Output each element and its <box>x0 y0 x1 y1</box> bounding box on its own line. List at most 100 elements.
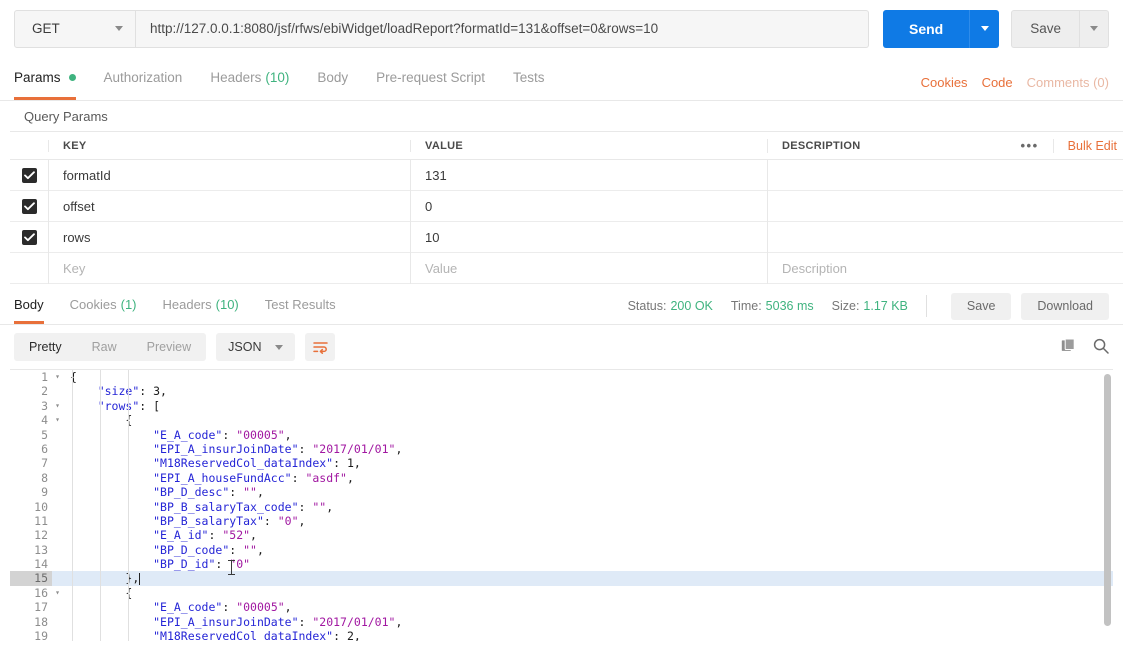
send-button-group: Send <box>882 9 1000 48</box>
code-line[interactable]: 19 "M18ReservedCol_dataIndex": 2, <box>10 629 1113 641</box>
code-text: "E_A_id": "52", <box>153 528 257 543</box>
table-row[interactable]: rows 10 <box>10 221 1123 253</box>
row-checkbox[interactable] <box>21 198 37 214</box>
query-params-title: Query Params <box>24 108 108 124</box>
view-pretty[interactable]: Pretty <box>14 333 77 361</box>
search-button[interactable] <box>1093 338 1109 357</box>
tab-params[interactable]: Params <box>14 57 76 100</box>
time-label: Time: <box>730 299 762 313</box>
code-text: { <box>63 413 132 427</box>
save-response-button[interactable]: Save <box>950 292 1012 320</box>
fold-toggle-icon[interactable]: ▾ <box>52 586 63 600</box>
code-line[interactable]: 11 "BP_B_salaryTax": "0", <box>10 514 1113 528</box>
tab-pre-request-script-label: Pre-request Script <box>376 69 485 85</box>
code-line[interactable]: 2 "size": 3, <box>10 384 1113 398</box>
row-key[interactable]: offset <box>48 190 410 222</box>
code-line[interactable]: 16 ▾ { <box>10 586 1113 600</box>
line-number: 11 <box>34 513 48 528</box>
new-param-row[interactable]: Key Value Description <box>10 252 1123 284</box>
json-vertical-scrollbar[interactable] <box>1104 374 1111 626</box>
code-line[interactable]: 15 }, <box>10 571 1113 586</box>
code-line[interactable]: 10 "BP_B_salaryTax_code": "", <box>10 500 1113 514</box>
line-number: 3 <box>41 398 48 413</box>
row-key[interactable]: rows <box>48 221 410 253</box>
tab-body[interactable]: Body <box>317 57 348 100</box>
line-number: 4 <box>41 413 48 428</box>
status-label: Status: <box>627 299 667 313</box>
tab-pre-request-script[interactable]: Pre-request Script <box>376 57 485 100</box>
code-line[interactable]: 3 ▾ "rows": [ <box>10 399 1113 413</box>
response-tab-body[interactable]: Body <box>14 288 44 324</box>
save-request-button[interactable]: Save <box>1011 9 1079 48</box>
view-raw[interactable]: Raw <box>77 333 132 361</box>
wrap-lines-button[interactable] <box>305 333 336 361</box>
body-format-label: JSON <box>228 340 262 354</box>
url-input[interactable]: http://127.0.0.1:8080/jsf/rfws/ebiWidget… <box>136 9 869 48</box>
copy-button[interactable] <box>1061 338 1077 357</box>
new-description-input[interactable]: Description <box>767 252 1123 284</box>
new-key-input[interactable]: Key <box>48 252 410 284</box>
code-line[interactable]: 5 "E_A_code": "00005", <box>10 428 1113 442</box>
fold-toggle-icon[interactable]: ▾ <box>52 370 63 384</box>
cookies-link[interactable]: Cookies <box>921 75 968 90</box>
response-body-json-viewer[interactable]: 1▾{2 "size": 3,3▾ "rows": [4▾ {5 "E_A_co… <box>10 369 1113 641</box>
send-options-button[interactable] <box>969 9 1000 48</box>
save-options-button[interactable] <box>1079 9 1109 48</box>
row-checkbox[interactable] <box>21 167 37 183</box>
row-description[interactable] <box>767 221 1123 253</box>
code-line[interactable]: 6 "EPI_A_insurJoinDate": "2017/01/01", <box>10 442 1113 456</box>
table-row[interactable]: offset 0 <box>10 190 1123 222</box>
row-value[interactable]: 10 <box>410 221 767 253</box>
response-tab-test-results-label: Test Results <box>264 297 336 312</box>
row-description[interactable] <box>767 159 1123 191</box>
tab-tests[interactable]: Tests <box>513 57 545 100</box>
request-tab-bar: Params Authorization Headers (10) Body P… <box>0 57 1123 101</box>
response-tab-test-results[interactable]: Test Results <box>265 288 336 324</box>
size-label: Size: <box>831 299 860 313</box>
comments-link[interactable]: Comments (0) <box>1027 75 1109 90</box>
download-response-button[interactable]: Download <box>1021 292 1109 320</box>
table-row[interactable]: formatId 131 <box>10 159 1123 191</box>
line-number: 10 <box>34 499 48 514</box>
code-line[interactable]: 13 "BP_D_code": "", <box>10 543 1113 557</box>
code-line[interactable]: 8 "EPI_A_houseFundAcc": "asdf", <box>10 471 1113 485</box>
tab-body-label: Body <box>317 69 349 85</box>
response-tab-cookies-count: (1) <box>120 297 137 312</box>
line-number: 1 <box>41 370 48 384</box>
tab-headers[interactable]: Headers (10) <box>210 57 289 100</box>
fold-toggle-icon[interactable]: ▾ <box>52 413 63 427</box>
code-line[interactable]: 9 "BP_D_desc": "", <box>10 485 1113 499</box>
tab-authorization[interactable]: Authorization <box>104 57 183 100</box>
code-line[interactable]: 7 "M18ReservedCol_dataIndex": 1, <box>10 456 1113 470</box>
code-line[interactable]: 1 ▾ { <box>10 370 1113 384</box>
response-tab-cookies[interactable]: Cookies (1) <box>70 288 137 324</box>
code-link[interactable]: Code <box>982 75 1013 90</box>
view-preview[interactable]: Preview <box>132 333 206 361</box>
code-line[interactable]: 12 "E_A_id": "52", <box>10 528 1113 542</box>
row-description[interactable] <box>767 190 1123 222</box>
query-params-header-row: KEY VALUE DESCRIPTION ••• Bulk Edit <box>10 131 1123 160</box>
response-tab-headers[interactable]: Headers (10) <box>163 288 239 324</box>
code-line[interactable]: 17 "E_A_code": "00005", <box>10 600 1113 614</box>
code-line[interactable]: 18 "EPI_A_insurJoinDate": "2017/01/01", <box>10 615 1113 629</box>
code-line[interactable]: 4 ▾ { <box>10 413 1113 427</box>
chevron-down-icon <box>115 26 123 31</box>
send-button[interactable]: Send <box>882 9 970 48</box>
body-format-select[interactable]: JSON <box>216 333 296 361</box>
code-line[interactable]: 14 "BP_D_id": "0" <box>10 557 1113 571</box>
row-checkbox[interactable] <box>21 229 37 245</box>
row-value[interactable]: 131 <box>410 159 767 191</box>
save-button-group: Save <box>1011 9 1109 48</box>
row-value[interactable]: 0 <box>410 190 767 222</box>
fold-toggle-icon[interactable]: ▾ <box>52 399 63 413</box>
http-method-select[interactable]: GET <box>14 9 136 48</box>
row-key[interactable]: formatId <box>48 159 410 191</box>
code-text: "BP_D_code": "", <box>153 542 264 557</box>
code-lines-container[interactable]: 1▾{2 "size": 3,3▾ "rows": [4▾ {5 "E_A_co… <box>10 370 1113 641</box>
new-value-input[interactable]: Value <box>410 252 767 284</box>
more-options-icon[interactable]: ••• <box>1007 139 1053 152</box>
row-checkbox-cell <box>10 229 48 245</box>
bulk-edit-link[interactable]: Bulk Edit <box>1052 138 1117 153</box>
body-toolbar-actions <box>1061 325 1109 369</box>
code-text: "E_A_code": "00005", <box>153 600 292 615</box>
